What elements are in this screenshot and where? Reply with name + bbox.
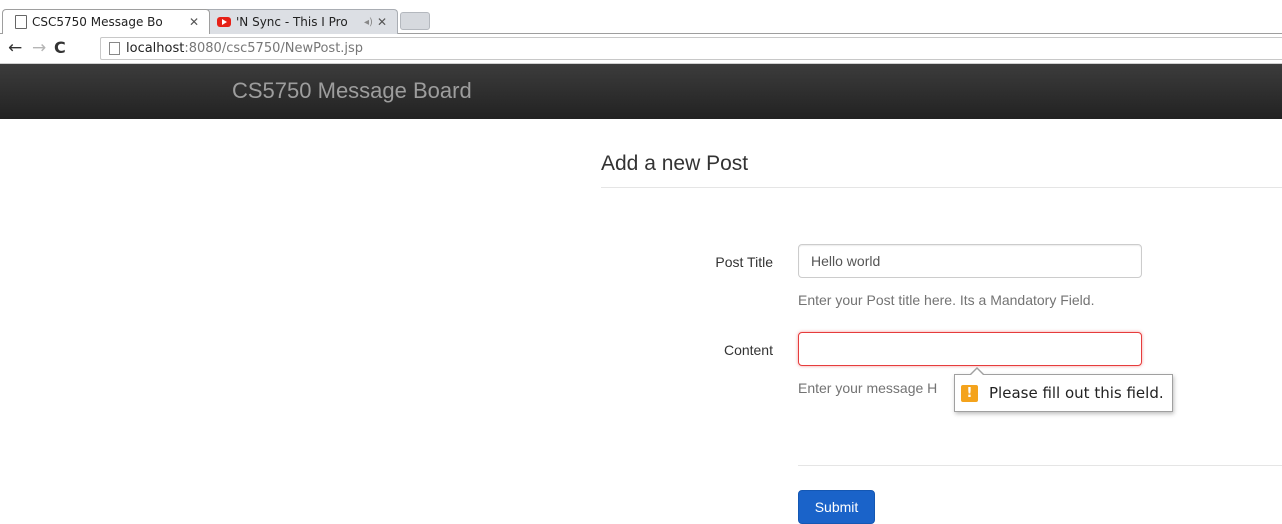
address-bar[interactable]: localhost:8080/csc5750/NewPost.jsp: [100, 37, 1282, 60]
post-title-help: Enter your Post title here. Its a Mandat…: [798, 292, 1095, 308]
url-path: :8080/csc5750/NewPost.jsp: [184, 41, 364, 56]
form-legend: Add a new Post: [601, 152, 1282, 188]
page-icon: [15, 15, 27, 29]
tab-message-board[interactable]: CSC5750 Message Bo ✕: [2, 9, 210, 34]
app-navbar: CS5750 Message Board: [0, 64, 1282, 119]
content-input[interactable]: [798, 332, 1142, 366]
tab-title: CSC5750 Message Bo: [32, 15, 163, 29]
youtube-icon: [217, 17, 231, 27]
browser-tab-strip: CSC5750 Message Bo ✕ 'N Sync - This I Pr…: [0, 0, 1282, 34]
content-label: Content: [723, 342, 773, 358]
validation-tooltip: ! Please fill out this field.: [954, 367, 1173, 412]
url-host: localhost: [126, 41, 185, 56]
back-arrow-icon[interactable]: ←: [8, 39, 22, 57]
validation-message: Please fill out this field.: [989, 384, 1164, 402]
close-icon[interactable]: ✕: [189, 15, 199, 29]
content-help: Enter your message H: [798, 380, 938, 396]
tab-youtube[interactable]: 'N Sync - This I Pro ◂) ✕: [204, 9, 398, 34]
form-divider: [798, 465, 1282, 466]
submit-button[interactable]: Submit: [798, 490, 875, 524]
speaker-icon[interactable]: ◂): [364, 17, 373, 28]
reload-icon[interactable]: C: [54, 39, 66, 57]
post-title-input[interactable]: [798, 244, 1142, 278]
warning-icon: !: [961, 384, 978, 402]
browser-toolbar: ← → C localhost:8080/csc5750/NewPost.jsp: [0, 34, 1282, 64]
forward-arrow-icon[interactable]: →: [32, 39, 46, 57]
close-icon[interactable]: ✕: [377, 15, 387, 29]
url-text: localhost:8080/csc5750/NewPost.jsp: [126, 41, 363, 56]
post-title-label: Post Title: [715, 254, 773, 270]
navbar-brand[interactable]: CS5750 Message Board: [232, 78, 472, 104]
page-icon: [109, 42, 120, 55]
new-tab-button[interactable]: [400, 12, 430, 30]
tab-title: 'N Sync - This I Pro: [236, 15, 348, 29]
